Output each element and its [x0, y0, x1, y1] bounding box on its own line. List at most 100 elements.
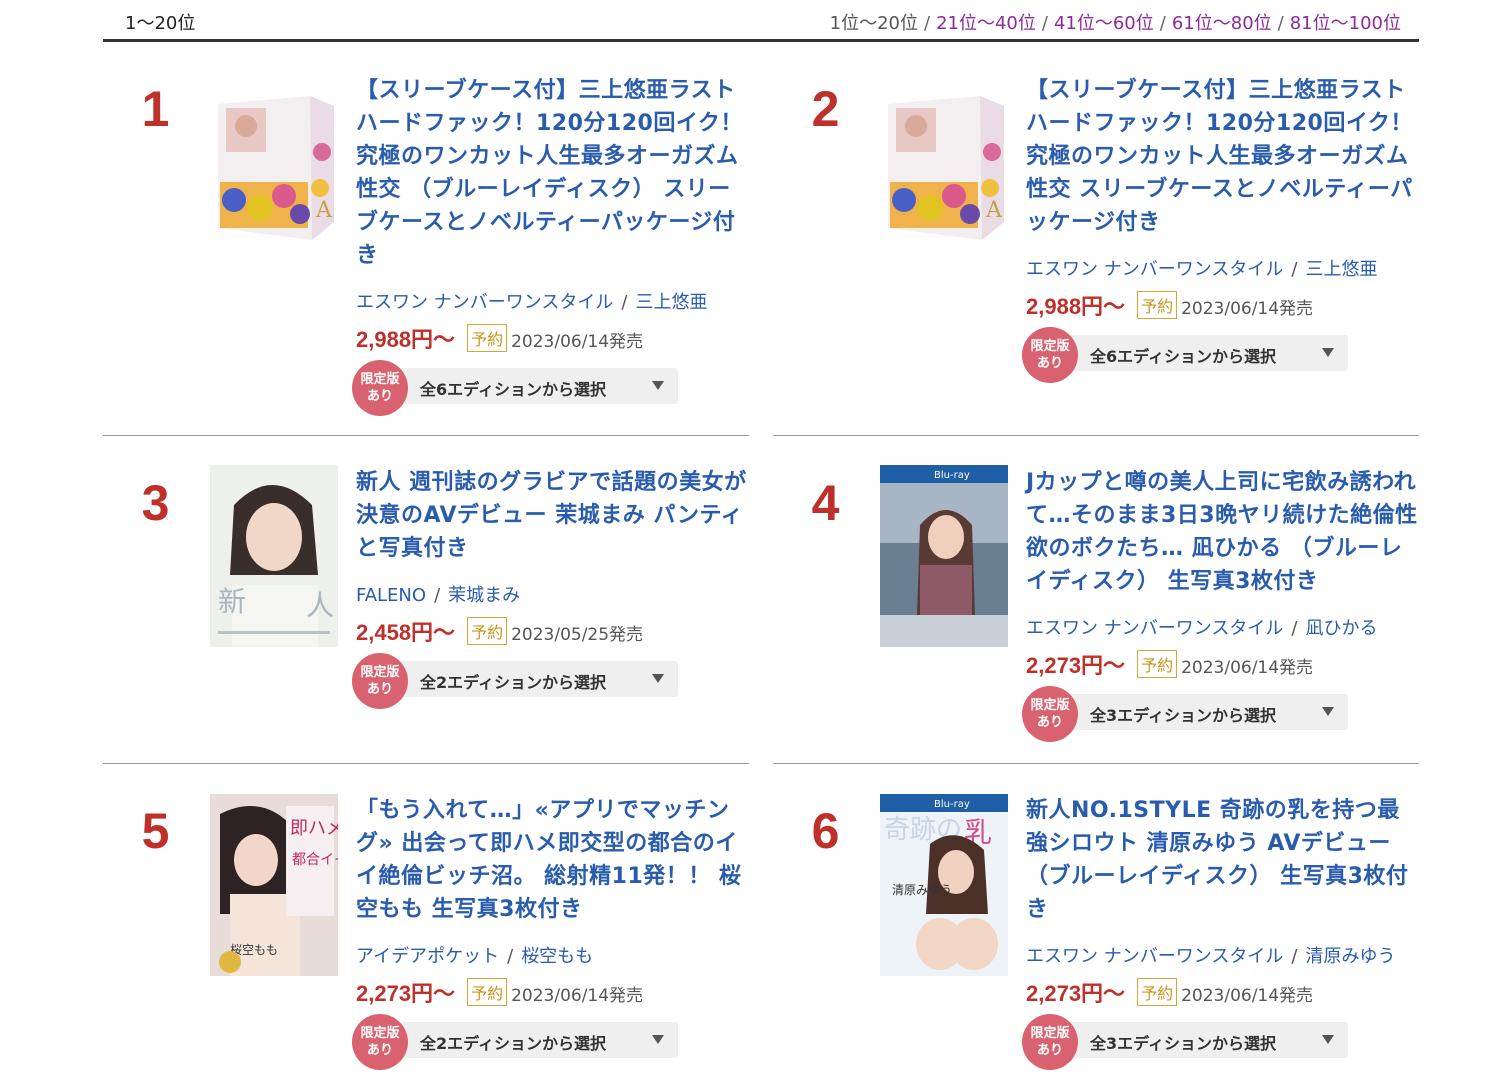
svg-text:A: A: [985, 198, 1003, 223]
preorder-badge: 予約: [1137, 291, 1178, 319]
edition-select-label: 全2エディションから選択: [420, 673, 607, 692]
price: 2,273円〜: [1026, 981, 1126, 1006]
edition-selector[interactable]: 全3エディションから選択 限定版 あり: [1022, 1014, 1356, 1070]
edition-selector[interactable]: 全3エディションから選択 限定版 あり: [1022, 686, 1356, 742]
product-image[interactable]: A: [210, 92, 338, 274]
release-date: 2023/06/14発売: [1181, 658, 1314, 678]
svg-text:人: 人: [306, 589, 334, 622]
release-date: 2023/06/14発売: [511, 332, 644, 352]
actress-link[interactable]: 三上悠亜: [635, 292, 707, 313]
dropdown-caret-icon: [1322, 707, 1334, 716]
maker-link[interactable]: エスワン ナンバーワンスタイル: [1026, 618, 1283, 639]
dropdown-caret-icon: [652, 674, 664, 683]
edition-selector[interactable]: 全6エディションから選択 限定版 あり: [352, 360, 686, 416]
page-link-21-40[interactable]: 21位〜40位: [936, 13, 1036, 34]
price: 2,273円〜: [356, 981, 456, 1006]
edition-selector[interactable]: 全2エディションから選択 限定版 あり: [352, 653, 686, 709]
product-title-link[interactable]: 新人 週刊誌のグラビアで話題の美女が決意のAVデビュー 茉城まみ パンティと写真…: [356, 466, 748, 565]
ranking-page: 1〜20位 1位〜20位/21位〜40位/41位〜60位/61位〜80位/81位…: [103, 0, 1419, 1086]
product-title-link[interactable]: Jカップと噂の美人上司に宅飲み誘われて…そのまま3日3晩ヤリ続けた絶倫性欲のボク…: [1026, 466, 1418, 598]
page-link-1-20: 1位〜20位: [829, 13, 918, 34]
dropdown-caret-icon: [1322, 1035, 1334, 1044]
page-link-81-100[interactable]: 81位〜100位: [1290, 13, 1401, 34]
preorder-badge: 予約: [1137, 978, 1178, 1006]
ranking-header: 1〜20位 1位〜20位/21位〜40位/41位〜60位/61位〜80位/81位…: [103, 0, 1419, 42]
actress-link[interactable]: 凪ひかる: [1305, 618, 1377, 639]
edition-select-label: 全6エディションから選択: [420, 380, 607, 399]
limited-edition-badge: 限定版 あり: [352, 360, 408, 416]
product-title-link[interactable]: 新人NO.1STYLE 奇跡の乳を持つ最強シロウト 清原みゆう AVデビュー （…: [1026, 794, 1418, 926]
product-title-link[interactable]: 「もう入れて…」«アプリでマッチング» 出会って即ハメ即交型の都合のイイ絶倫ビッ…: [356, 794, 748, 926]
ranking-item: 2 A 【スリーブケース付】三上悠亜ラストハードファック！120分120回イク！…: [773, 42, 1419, 436]
edition-select-button[interactable]: 全2エディションから選択: [386, 1022, 678, 1058]
svg-text:都合イイ: 都合イイ: [292, 852, 338, 868]
rank-number: 1: [141, 81, 170, 137]
actress-link[interactable]: 三上悠亜: [1305, 259, 1377, 280]
rank-pager: 1位〜20位/21位〜40位/41位〜60位/61位〜80位/81位〜100位: [829, 13, 1401, 34]
release-date: 2023/06/14発売: [1181, 299, 1314, 319]
edition-select-button[interactable]: 全6エディションから選択: [1056, 335, 1348, 371]
ranking-item: 4 Blu-ray Jカップと噂の美人上司に宅飲み誘われて…そのまま3日3晩ヤリ…: [773, 436, 1419, 764]
rank-number: 4: [811, 475, 840, 531]
ranking-grid: 1 A 【スリーブケース付】三上悠亜ラストハードファック！120分120回イク！…: [103, 42, 1419, 1086]
product-image[interactable]: Blu-ray: [880, 465, 1008, 647]
rank-number: 3: [141, 475, 170, 531]
product-image[interactable]: 即ハメ 都合イイ 桜空もも: [210, 794, 338, 976]
svg-text:新: 新: [218, 585, 246, 618]
ranking-item: 6 奇跡の 乳 清原みゆう Blu-ray 新人NO.1STYLE 奇跡の乳を持…: [773, 764, 1419, 1088]
product-image[interactable]: A: [880, 92, 1008, 274]
actress-link[interactable]: 茉城まみ: [448, 585, 520, 606]
edition-select-button[interactable]: 全2エディションから選択: [386, 661, 678, 697]
ranking-item: 1 A 【スリーブケース付】三上悠亜ラストハードファック！120分120回イク！…: [103, 42, 749, 436]
maker-link[interactable]: FALENO: [356, 585, 426, 606]
price: 2,988円〜: [1026, 294, 1126, 319]
ranking-item: 5 即ハメ 都合イイ 桜空もも 「もう入れて…」«アプリでマッチング» 出会って…: [103, 764, 749, 1088]
edition-select-button[interactable]: 全6エディションから選択: [386, 368, 678, 404]
limited-edition-badge: 限定版 あり: [1022, 1014, 1078, 1070]
rank-number: 5: [141, 803, 170, 859]
ranking-item: 3 新 人 新人 週刊誌のグラビアで話題の美女が決意のAVデビュー 茉城まみ パ…: [103, 436, 749, 764]
rank-number: 6: [811, 803, 840, 859]
svg-text:Blu-ray: Blu-ray: [934, 799, 970, 810]
limited-edition-badge: 限定版 あり: [1022, 327, 1078, 383]
dropdown-caret-icon: [652, 381, 664, 390]
maker-link[interactable]: エスワン ナンバーワンスタイル: [356, 292, 613, 313]
maker-link[interactable]: エスワン ナンバーワンスタイル: [1026, 259, 1283, 280]
edition-select-button[interactable]: 全3エディションから選択: [1056, 694, 1348, 730]
svg-text:Blu-ray: Blu-ray: [934, 470, 970, 481]
release-date: 2023/05/25発売: [511, 625, 644, 645]
price: 2,988円〜: [356, 327, 456, 352]
svg-text:清原みゆう: 清原みゆう: [892, 883, 952, 897]
dropdown-caret-icon: [652, 1035, 664, 1044]
page-link-61-80[interactable]: 61位〜80位: [1172, 13, 1272, 34]
preorder-badge: 予約: [1137, 650, 1178, 678]
range-label: 1〜20位: [125, 13, 196, 34]
preorder-badge: 予約: [467, 617, 508, 645]
edition-select-label: 全2エディションから選択: [420, 1034, 607, 1053]
price: 2,458円〜: [356, 620, 456, 645]
svg-text:A: A: [315, 198, 333, 223]
edition-select-label: 全3エディションから選択: [1090, 706, 1277, 725]
edition-select-label: 全6エディションから選択: [1090, 347, 1277, 366]
edition-selector[interactable]: 全6エディションから選択 限定版 あり: [1022, 327, 1356, 383]
maker-link[interactable]: アイデアポケット: [356, 946, 499, 967]
dropdown-caret-icon: [1322, 348, 1334, 357]
limited-edition-badge: 限定版 あり: [352, 1014, 408, 1070]
limited-edition-badge: 限定版 あり: [352, 653, 408, 709]
release-date: 2023/06/14発売: [1181, 986, 1314, 1006]
actress-link[interactable]: 桜空もも: [521, 946, 593, 967]
product-title-link[interactable]: 【スリーブケース付】三上悠亜ラストハードファック！120分120回イク！究極のワ…: [356, 74, 748, 272]
page-link-41-60[interactable]: 41位〜60位: [1054, 13, 1154, 34]
product-image[interactable]: 新 人: [210, 465, 338, 647]
preorder-badge: 予約: [467, 324, 508, 352]
maker-link[interactable]: エスワン ナンバーワンスタイル: [1026, 946, 1283, 967]
edition-select-button[interactable]: 全3エディションから選択: [1056, 1022, 1348, 1058]
product-image[interactable]: 奇跡の 乳 清原みゆう Blu-ray: [880, 794, 1008, 976]
price: 2,273円〜: [1026, 653, 1126, 678]
edition-selector[interactable]: 全2エディションから選択 限定版 あり: [352, 1014, 686, 1070]
actress-link[interactable]: 清原みゆう: [1305, 946, 1395, 967]
product-title-link[interactable]: 【スリーブケース付】三上悠亜ラストハードファック！120分120回イク！究極のワ…: [1026, 74, 1418, 239]
edition-select-label: 全3エディションから選択: [1090, 1034, 1277, 1053]
limited-edition-badge: 限定版 あり: [1022, 686, 1078, 742]
preorder-badge: 予約: [467, 978, 508, 1006]
